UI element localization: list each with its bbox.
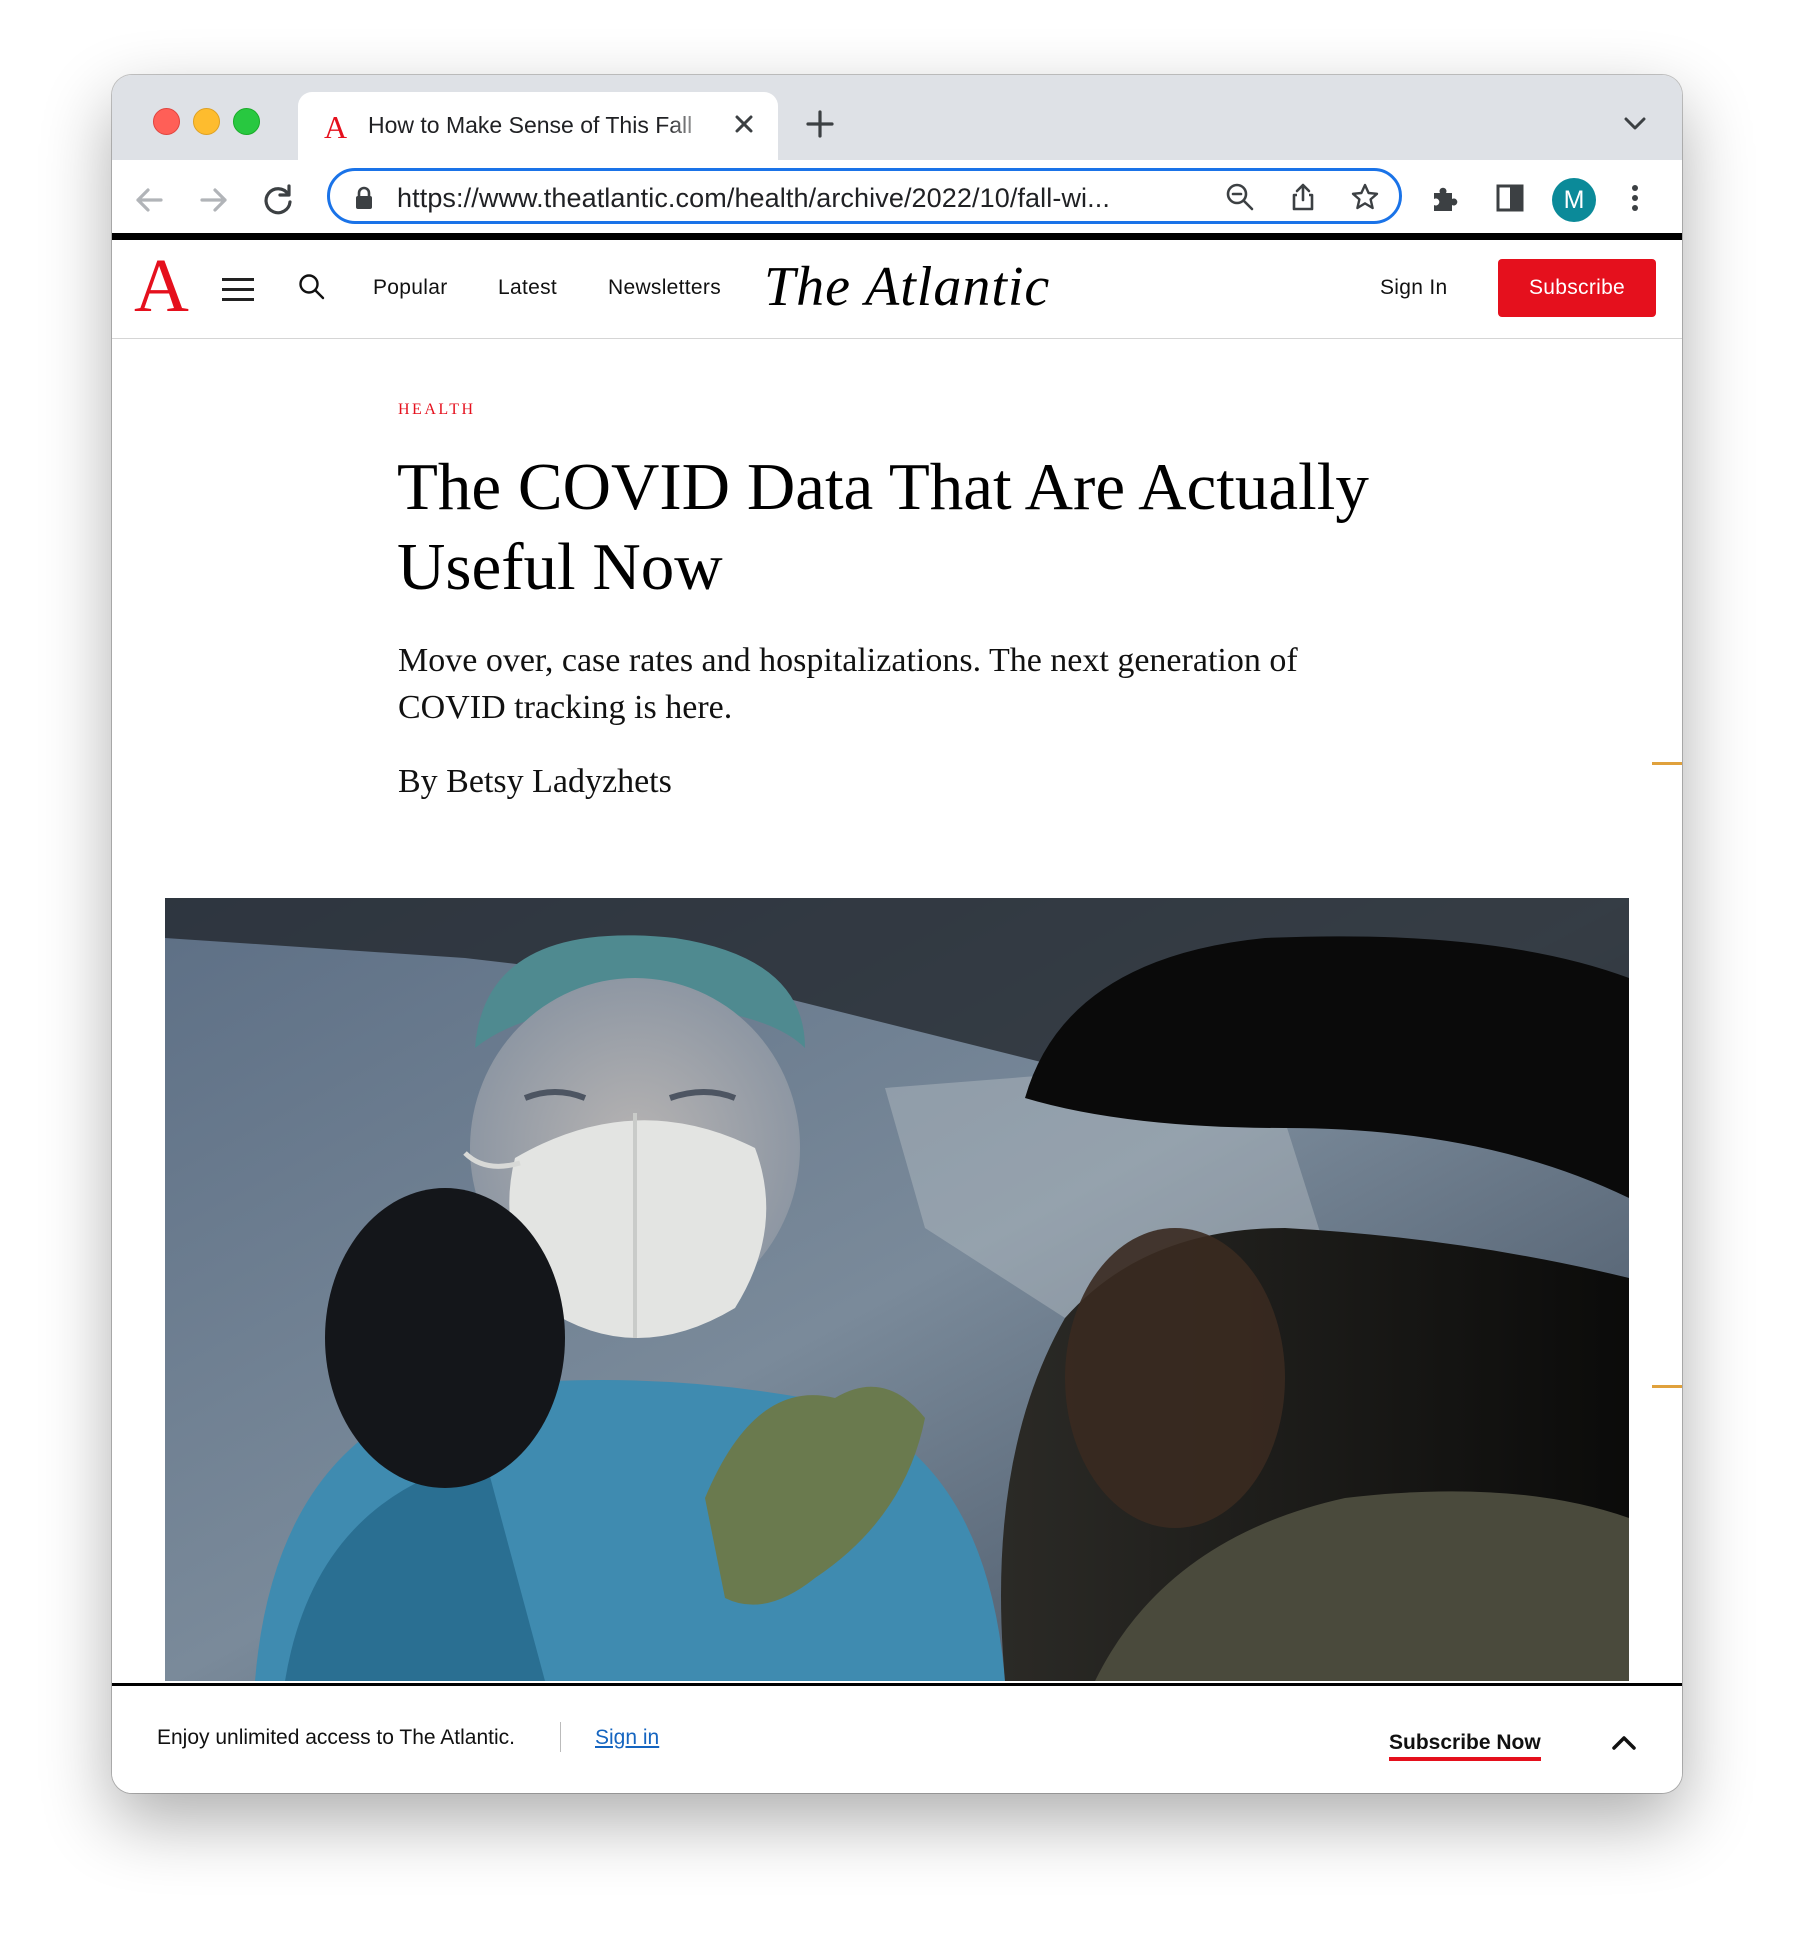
side-marker — [1652, 762, 1682, 765]
minimize-window-button[interactable] — [193, 108, 220, 135]
tab-strip: A How to Make Sense of This Fall — [112, 75, 1682, 160]
header-top-rule — [112, 233, 1682, 240]
chevron-down-icon[interactable] — [1622, 113, 1648, 133]
back-arrow-icon[interactable] — [129, 180, 169, 220]
forward-arrow-icon[interactable] — [194, 180, 234, 220]
browser-toolbar: https://www.theatlantic.com/health/archi… — [112, 160, 1682, 240]
address-bar[interactable]: https://www.theatlantic.com/health/archi… — [327, 168, 1402, 224]
tab-title: How to Make Sense of This Fall — [368, 112, 693, 138]
menu-icon[interactable] — [222, 278, 254, 302]
side-marker — [1652, 1385, 1682, 1388]
close-window-button[interactable] — [153, 108, 180, 135]
browser-window: A How to Make Sense of This Fall https:/… — [112, 75, 1682, 1793]
close-icon[interactable] — [729, 109, 759, 139]
side-panel-icon[interactable] — [1494, 182, 1526, 214]
sign-in-link[interactable]: Sign In — [1380, 276, 1447, 300]
banner-message: Enjoy unlimited access to The Atlantic. — [157, 1726, 515, 1749]
article-dek: Move over, case rates and hospitalizatio… — [398, 642, 1298, 726]
site-header: A Popular Latest Newsletters The Atlanti… — [112, 240, 1682, 339]
subscribe-button[interactable]: Subscribe — [1498, 259, 1656, 317]
subscribe-now-link[interactable]: Subscribe Now — [1389, 1731, 1541, 1761]
hero-photo-illustration — [165, 898, 1629, 1681]
subscription-banner: Enjoy unlimited access to The Atlantic. … — [112, 1683, 1682, 1793]
bookmark-star-icon[interactable] — [1350, 182, 1380, 212]
nav-latest[interactable]: Latest — [498, 276, 557, 300]
url-text: https://www.theatlantic.com/health/archi… — [397, 183, 1110, 213]
chevron-up-icon[interactable] — [1609, 1732, 1639, 1752]
article-byline[interactable]: By Betsy Ladyzhets — [398, 763, 672, 801]
nav-newsletters[interactable]: Newsletters — [608, 276, 721, 300]
site-wordmark[interactable]: The Atlantic — [764, 255, 1050, 319]
atlantic-logo[interactable]: A — [134, 246, 189, 326]
hero-image — [165, 898, 1629, 1681]
reload-icon[interactable] — [258, 180, 298, 220]
atlantic-favicon-icon: A — [324, 109, 348, 145]
search-icon[interactable] — [297, 272, 327, 302]
banner-sign-in-link[interactable]: Sign in — [595, 1726, 659, 1750]
profile-avatar[interactable]: M — [1552, 178, 1596, 222]
extensions-puzzle-icon[interactable] — [1430, 182, 1462, 214]
section-label[interactable]: HEALTH — [398, 401, 476, 419]
article-headline: The COVID Data That Are Actually Useful … — [397, 450, 1369, 604]
active-tab[interactable]: A How to Make Sense of This Fall — [298, 92, 778, 160]
zoom-window-button[interactable] — [233, 108, 260, 135]
share-icon[interactable] — [1288, 182, 1318, 212]
lock-icon[interactable] — [354, 186, 374, 210]
zoom-out-icon[interactable] — [1225, 182, 1255, 212]
nav-popular[interactable]: Popular — [373, 276, 447, 300]
new-tab-icon[interactable] — [805, 109, 835, 139]
more-menu-icon[interactable] — [1619, 182, 1651, 214]
banner-divider — [560, 1722, 561, 1752]
